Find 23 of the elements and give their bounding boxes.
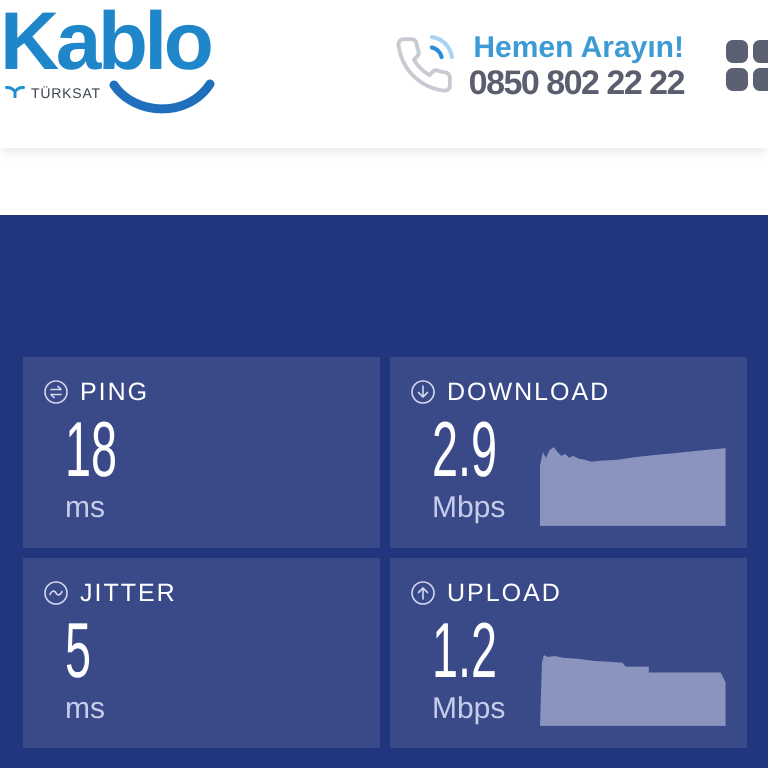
call-prompt: Hemen Arayın! <box>473 33 684 63</box>
download-icon <box>411 380 435 404</box>
metric-value: 2.9 <box>432 419 498 479</box>
metric-unit: Mbps <box>432 493 506 523</box>
upload-icon <box>411 581 435 605</box>
metric-unit: Mbps <box>432 694 506 724</box>
smile-arc-icon <box>108 79 215 116</box>
metric-unit: ms <box>65 493 105 523</box>
metric-value: 5 <box>65 620 92 680</box>
metric-label: JITTER <box>80 581 177 605</box>
grid-menu-icon[interactable] <box>725 40 768 92</box>
logo-wordmark: Kablo <box>0 10 212 74</box>
logo-mark-icon <box>5 85 25 98</box>
wave-icon <box>44 581 68 605</box>
logo-brand-text: TÜRKSAT <box>31 86 101 100</box>
metric-value: 1.2 <box>432 620 498 680</box>
metric-label: UPLOAD <box>447 581 562 605</box>
metric-label: DOWNLOAD <box>447 380 610 404</box>
metric-unit: ms <box>65 694 105 724</box>
metric-value: 18 <box>65 419 118 479</box>
metric-label: PING <box>80 380 150 404</box>
swap-arrows-icon <box>44 380 68 404</box>
phone-number-link[interactable]: 0850 802 22 22 <box>468 66 684 100</box>
